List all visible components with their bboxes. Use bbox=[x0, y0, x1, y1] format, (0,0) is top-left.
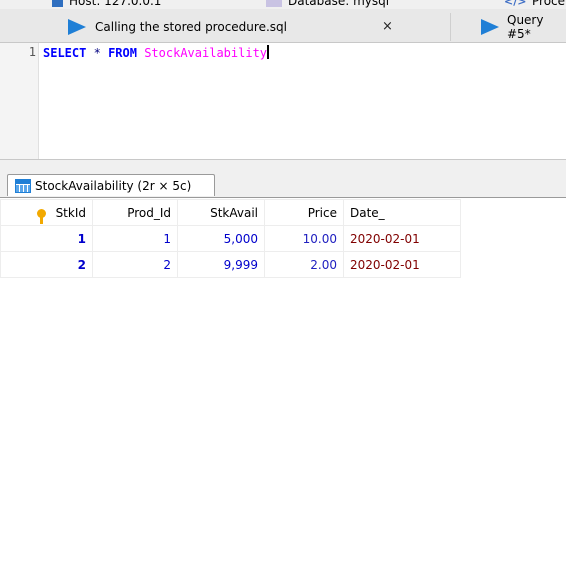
primary-key-icon bbox=[36, 208, 46, 224]
keyword-select: SELECT bbox=[43, 46, 87, 60]
result-tab-label: StockAvailability (2r × 5c) bbox=[35, 178, 192, 193]
tab-database-label: Database: mysql bbox=[288, 0, 390, 8]
keyword-from: FROM bbox=[108, 46, 137, 60]
code-line[interactable]: SELECT * FROM StockAvailability bbox=[43, 45, 270, 61]
cell-stkavail[interactable]: 5,000 bbox=[177, 225, 265, 252]
query-tab-bar: Calling the stored procedure.sql × Query… bbox=[0, 9, 566, 43]
column-header-date[interactable]: Date_ bbox=[343, 199, 461, 226]
cell-price[interactable]: 2.00 bbox=[264, 251, 344, 278]
play-icon bbox=[68, 19, 86, 35]
table-row[interactable]: 1 1 5,000 10.00 2020-02-01 bbox=[0, 225, 461, 252]
operator-star: * bbox=[93, 46, 101, 60]
table-identifier: StockAvailability bbox=[144, 46, 268, 60]
cell-stkid[interactable]: 1 bbox=[0, 225, 93, 252]
line-number: 1 bbox=[28, 45, 36, 59]
table-grid-icon bbox=[15, 178, 31, 193]
divider bbox=[0, 197, 566, 198]
cell-price[interactable]: 10.00 bbox=[264, 225, 344, 252]
play-icon bbox=[481, 19, 499, 35]
connection-tab-bar: Host: 127.0.0.1 Database: mysql </> Proce bbox=[0, 0, 566, 9]
cell-stkavail[interactable]: 9,999 bbox=[177, 251, 265, 278]
line-number-gutter: 1 bbox=[0, 43, 39, 159]
tab-result-stockavailability[interactable]: StockAvailability (2r × 5c) bbox=[7, 174, 215, 196]
cell-date[interactable]: 2020-02-01 bbox=[343, 251, 461, 278]
column-header-price[interactable]: Price bbox=[264, 199, 344, 226]
tab-host-label: Host: 127.0.0.1 bbox=[69, 0, 162, 8]
column-header-label: StkId bbox=[55, 205, 86, 220]
sql-editor[interactable]: 1 SELECT * FROM StockAvailability bbox=[0, 43, 566, 159]
database-icon bbox=[266, 0, 282, 7]
cell-date[interactable]: 2020-02-01 bbox=[343, 225, 461, 252]
tab-file-label: Calling the stored procedure.sql bbox=[95, 20, 287, 34]
cell-prod-id[interactable]: 2 bbox=[92, 251, 178, 278]
tab-database[interactable]: Database: mysql bbox=[266, 0, 389, 9]
cell-prod-id[interactable]: 1 bbox=[92, 225, 178, 252]
grid-header-row: StkId Prod_Id StkAvail Price Date_ bbox=[0, 199, 461, 226]
tab-calling-stored-procedure[interactable]: Calling the stored procedure.sql × bbox=[0, 13, 451, 41]
text-caret bbox=[267, 45, 270, 59]
tab-procedure-label: Proce bbox=[532, 0, 566, 8]
tab-query-5[interactable]: Query #5* bbox=[451, 13, 566, 41]
procedure-icon: </> bbox=[504, 0, 527, 8]
cell-stkid[interactable]: 2 bbox=[0, 251, 93, 278]
table-row[interactable]: 2 2 9,999 2.00 2020-02-01 bbox=[0, 251, 461, 278]
server-icon bbox=[52, 0, 63, 7]
column-header-stkid[interactable]: StkId bbox=[0, 199, 93, 226]
column-header-prod-id[interactable]: Prod_Id bbox=[92, 199, 178, 226]
result-grid[interactable]: StkId Prod_Id StkAvail Price Date_ 1 1 5… bbox=[0, 199, 461, 278]
column-header-stkavail[interactable]: StkAvail bbox=[177, 199, 265, 226]
tab-query-label: Query #5* bbox=[507, 13, 544, 41]
result-tab-bar: StockAvailability (2r × 5c) bbox=[0, 159, 566, 198]
tab-procedure[interactable]: </> Proce bbox=[504, 0, 565, 9]
close-icon[interactable]: × bbox=[382, 19, 393, 34]
tab-host[interactable]: Host: 127.0.0.1 bbox=[52, 0, 161, 9]
